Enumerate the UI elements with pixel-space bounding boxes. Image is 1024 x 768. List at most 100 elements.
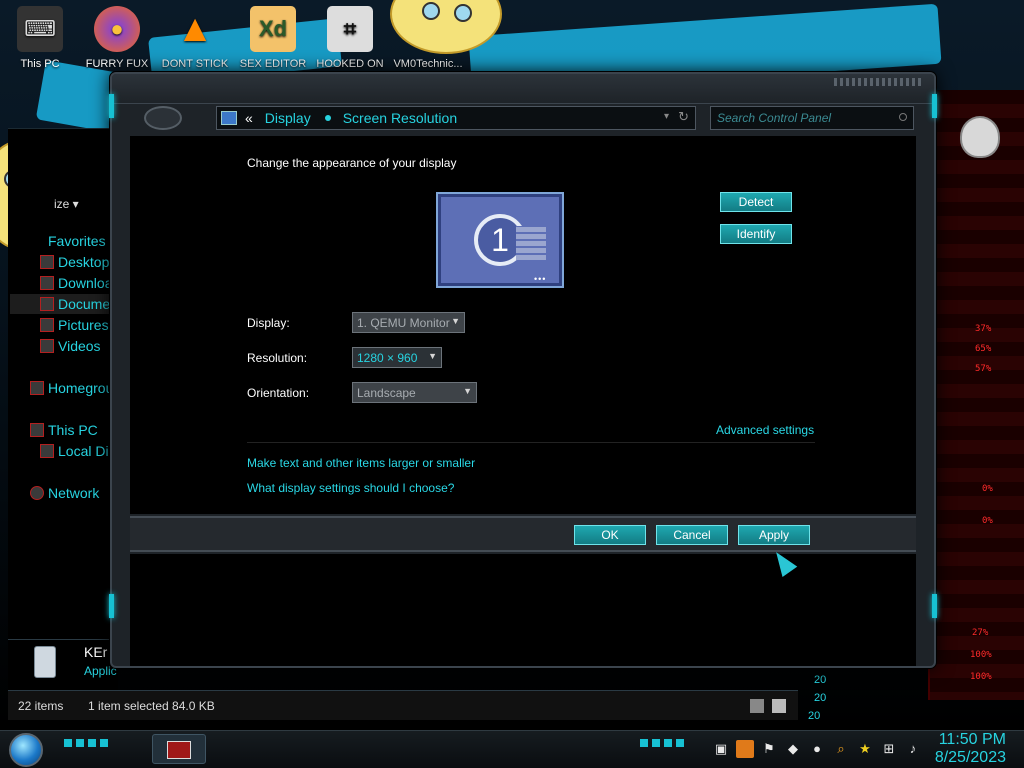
desktop-icon-label: FURRY FUX	[85, 58, 149, 70]
flag-icon[interactable]: ⚑	[760, 740, 778, 758]
view-menu[interactable]: ize ▾	[54, 197, 79, 211]
nav-pictures[interactable]: Pictures	[58, 317, 109, 333]
desktop-icon-label: DONT STICK	[161, 58, 229, 70]
star-icon[interactable]: ★	[856, 740, 874, 758]
volume-icon[interactable]: ♪	[904, 740, 922, 758]
window-grip[interactable]	[834, 78, 924, 86]
nav-local-disk[interactable]: Local Dis	[58, 443, 116, 459]
app-tray-icon[interactable]	[736, 740, 754, 758]
breadcrumb-separator-icon	[324, 115, 331, 121]
display-help-link[interactable]: What display settings should I choose?	[247, 481, 454, 495]
nav-documents[interactable]: Documen	[58, 296, 118, 312]
breadcrumb-back-arrows[interactable]: «	[245, 110, 253, 126]
drop-icon[interactable]: ●	[808, 740, 826, 758]
content-pane: Change the appearance of your display 1 …	[130, 136, 916, 514]
detect-button[interactable]: Detect	[720, 192, 792, 212]
red-readout: 57%	[975, 364, 992, 374]
desktop-icon-this-pc[interactable]: ⌨ This PC	[0, 6, 82, 70]
taskbar-app-button[interactable]	[152, 734, 206, 764]
cyan-accent	[932, 594, 937, 618]
search-placeholder: Search Control Panel	[717, 111, 832, 125]
start-orb-button[interactable]	[9, 733, 43, 767]
homegroup-icon	[30, 381, 44, 395]
desktop-icon-sex-editor[interactable]: Xd SEX EDITOR	[231, 6, 315, 70]
file-name: KEr	[84, 644, 108, 660]
ok-button[interactable]: OK	[574, 525, 646, 545]
show-desktop-icon[interactable]: ▣	[712, 740, 730, 758]
hxd-editor-icon: Xd	[250, 6, 296, 52]
network-icon	[30, 486, 44, 500]
dialog-button-bar: OK Cancel Apply	[130, 516, 916, 552]
system-clock[interactable]: 11:50 PM 8/25/2023	[935, 731, 1006, 767]
status-item-count: 22 items	[18, 699, 64, 713]
red-readout: 27%	[972, 628, 989, 638]
taskbar-dots-icon: •••	[534, 274, 547, 284]
vlc-cone-icon: ▲	[176, 7, 214, 50]
breadcrumb-display[interactable]: Display	[265, 110, 311, 126]
desktop-icon-label: HOOKED ON	[316, 58, 384, 70]
identify-button[interactable]: Identify	[720, 224, 792, 244]
documents-folder-icon	[40, 297, 54, 311]
nav-desktop[interactable]: Desktop	[58, 254, 109, 270]
address-dropdown-icon[interactable]: ▾	[664, 111, 669, 122]
clock-date: 8/25/2023	[934, 749, 1006, 766]
orientation-select[interactable]: Landscape ▼	[352, 382, 477, 403]
shield-icon[interactable]: ◆	[784, 740, 802, 758]
computer-icon: ⌨	[17, 6, 63, 52]
desktop-icon-furry-fux[interactable]: ● FURRY FUX	[75, 6, 159, 70]
videos-folder-icon	[40, 339, 54, 353]
network-tray-icon[interactable]: ⊞	[880, 740, 898, 758]
taskbar-decor	[64, 739, 112, 747]
text-size-link[interactable]: Make text and other items larger or smal…	[247, 456, 475, 470]
pictures-folder-icon	[40, 318, 54, 332]
search-tray-icon[interactable]: ⌕	[832, 740, 850, 758]
desktop-icon-hooked-on[interactable]: ⌗ HOOKED ON	[308, 6, 392, 70]
desktop-icon-label: This PC	[20, 58, 60, 70]
refresh-icon[interactable]: ↻	[678, 109, 689, 125]
nav-network[interactable]: Network	[48, 485, 99, 501]
red-readout: 37%	[975, 324, 992, 334]
taskbar: ▣ ⚑ ◆ ● ⌕ ★ ⊞ ♪ 11:50 PM 8/25/2023	[0, 730, 1024, 768]
this-pc-icon	[30, 423, 44, 437]
desktop-icon-dont-stick[interactable]: ▲ DONT STICK	[153, 6, 237, 71]
dropdown-arrow-icon: ▼	[463, 386, 472, 396]
grid-icon	[516, 226, 546, 260]
cancel-button[interactable]: Cancel	[656, 525, 728, 545]
red-readout: 100%	[970, 672, 992, 682]
apply-button[interactable]: Apply	[738, 525, 810, 545]
advanced-settings-link[interactable]: Advanced settings	[716, 423, 814, 437]
resolution-select[interactable]: 1280 × 960 ▼	[352, 347, 442, 368]
downloads-folder-icon	[40, 276, 54, 290]
cyan-accent	[109, 94, 114, 118]
search-input[interactable]: Search Control Panel	[710, 106, 914, 130]
dropdown-arrow-icon: ▼	[451, 316, 460, 326]
taskbar-decor	[640, 739, 688, 747]
large-icons-view-icon[interactable]	[772, 699, 786, 713]
side-number: 20	[814, 674, 827, 686]
breadcrumb-screen-resolution[interactable]: Screen Resolution	[343, 110, 457, 126]
monitor-preview[interactable]: 1 •••	[436, 192, 564, 288]
desktop-icon-label: VM0Technic...	[393, 58, 463, 70]
side-number: 20	[814, 692, 827, 704]
display-select[interactable]: 1. QEMU Monitor ▼	[352, 312, 465, 333]
dropdown-arrow-icon: ▼	[428, 351, 437, 361]
alien-logo	[960, 116, 1000, 158]
control-panel-icon	[221, 111, 237, 125]
address-bar[interactable]: « Display Screen Resolution ▾ ↻	[216, 106, 696, 130]
red-readout: 65%	[975, 344, 992, 354]
nav-emblem-button[interactable]	[144, 106, 182, 130]
page-heading: Change the appearance of your display	[247, 156, 457, 170]
nav-favorites[interactable]: Favorites	[48, 233, 106, 249]
content-pane-lower	[130, 554, 916, 666]
resolution-label: Resolution:	[247, 351, 308, 365]
local-disk-icon	[40, 444, 54, 458]
details-view-icon[interactable]	[750, 699, 764, 713]
nav-videos[interactable]: Videos	[58, 338, 101, 354]
status-selection: 1 item selected 84.0 KB	[88, 699, 215, 713]
file-icon	[34, 646, 56, 678]
display-label: Display:	[247, 316, 290, 330]
file-row[interactable]: KEr Applic	[8, 639, 118, 685]
firefox-icon: ●	[94, 6, 140, 52]
nav-this-pc[interactable]: This PC	[48, 422, 98, 438]
search-icon[interactable]	[899, 113, 907, 121]
